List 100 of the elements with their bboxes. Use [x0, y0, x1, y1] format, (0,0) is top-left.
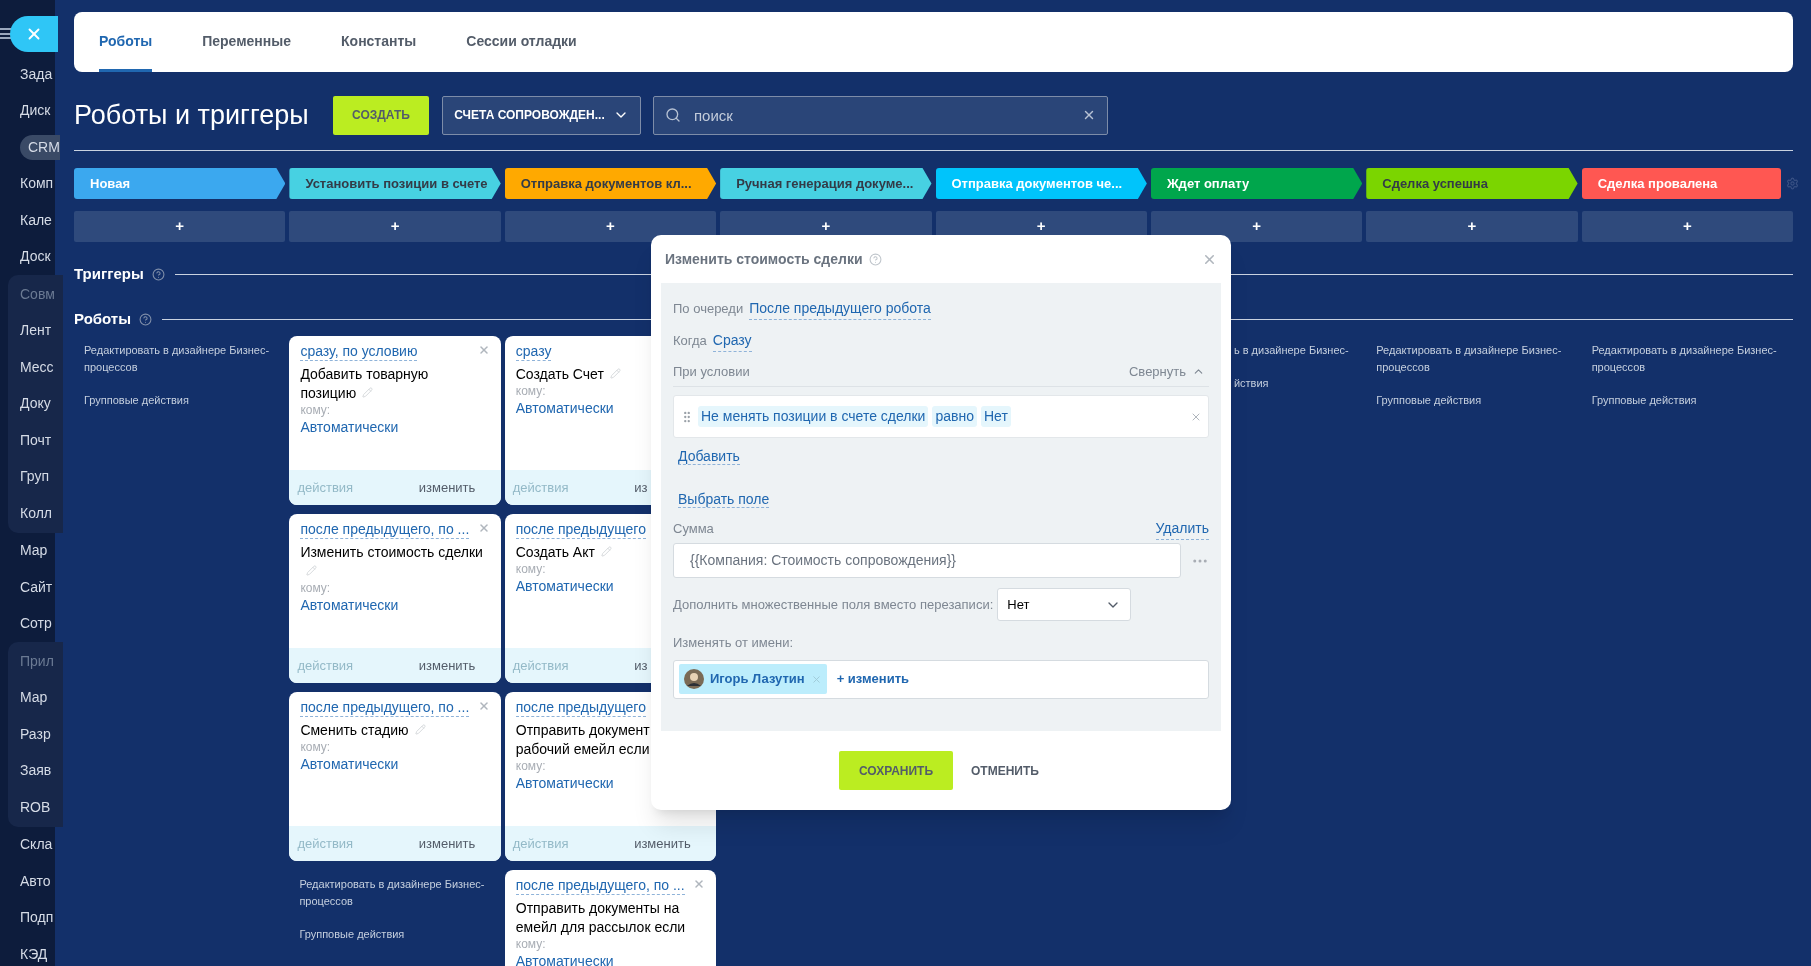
stage-tab[interactable]: Установить позиции в счете: [289, 168, 501, 199]
pipeline-dropdown[interactable]: СЧЕТА СОПРОВОЖДЕН...: [442, 95, 641, 135]
robot-card[interactable]: сразу, по условию Добавить товарную позицию кому: Автоматически действия изменить: [289, 336, 501, 505]
recipient-link[interactable]: Автоматически: [300, 755, 490, 774]
robot-action-link[interactable]: Групповые действия: [1591, 392, 1793, 409]
change-link[interactable]: изменить: [418, 655, 493, 676]
choose-field-link[interactable]: Выбрать поле: [678, 491, 770, 508]
delete-link[interactable]: Удалить: [1155, 518, 1209, 540]
sidebar-item[interactable]: Заяв: [20, 760, 52, 782]
pencil-icon[interactable]: [306, 565, 318, 576]
sidebar-item[interactable]: CRM: [20, 134, 60, 160]
robot-card[interactable]: после предыдущего, по ... Сменить стадию кому: Автоматически действия изменить: [289, 692, 501, 861]
tab[interactable]: Переменные: [202, 12, 292, 72]
trigger-link[interactable]: после предыдущего: [515, 520, 646, 539]
close-icon[interactable]: [477, 522, 490, 534]
trigger-link[interactable]: после предыдущего, по ...: [300, 698, 470, 717]
stage-tab[interactable]: Ручная генерация докуме...: [720, 168, 932, 199]
tab[interactable]: Константы: [341, 12, 417, 72]
change-link[interactable]: изменить: [418, 833, 493, 854]
robot-action-link[interactable]: Групповые действия: [299, 926, 501, 943]
stage-tab[interactable]: Отправка документов кл...: [504, 168, 717, 199]
sidebar-item[interactable]: Авто: [20, 870, 51, 892]
when-link[interactable]: Сразу: [712, 330, 752, 352]
sidebar-item[interactable]: Почт: [20, 429, 52, 451]
pencil-icon[interactable]: [414, 724, 426, 735]
sidebar-item[interactable]: Комп: [20, 173, 54, 195]
robot-action-link[interactable]: йствия: [1233, 375, 1363, 392]
tab[interactable]: Сессии отладки: [466, 12, 577, 72]
append-select[interactable]: Нет: [997, 588, 1132, 621]
help-icon[interactable]: [151, 267, 165, 281]
sidebar-item[interactable]: Лент: [20, 320, 52, 342]
save-button[interactable]: СОХРАНИТЬ: [839, 751, 954, 790]
add-robot-button[interactable]: +: [1366, 211, 1578, 242]
recipient-link[interactable]: Автоматически: [300, 596, 490, 615]
robot-action-link[interactable]: Редактировать в дизайнере Бизнес-процессов: [84, 342, 286, 376]
recipient-link[interactable]: Автоматически: [515, 952, 706, 966]
recipient-link[interactable]: Автоматически: [300, 418, 490, 437]
close-button[interactable]: [10, 16, 58, 52]
order-link[interactable]: После предыдущего робота: [749, 298, 931, 320]
sidebar-item[interactable]: Зада: [20, 63, 53, 85]
sidebar-item[interactable]: Месс: [20, 356, 54, 378]
sidebar-item[interactable]: Доку: [20, 393, 51, 415]
close-icon[interactable]: [477, 700, 490, 712]
sidebar-item[interactable]: КЭД: [20, 943, 48, 965]
robot-card[interactable]: после предыдущего, по ... Изменить стоимость сделки кому: Автоматически действия изменить: [289, 514, 501, 683]
trigger-link[interactable]: сразу, по условию: [300, 342, 418, 361]
create-button[interactable]: СОЗДАТЬ: [333, 95, 429, 135]
cancel-button[interactable]: ОТМЕНИТЬ: [967, 751, 1043, 790]
sidebar-item[interactable]: ROB: [20, 796, 51, 818]
add-robot-button[interactable]: +: [74, 211, 286, 242]
robot-action-link[interactable]: Редактировать в дизайнере Бизнес-процессов: [299, 876, 501, 910]
trigger-link[interactable]: после предыдущего, по ...: [515, 876, 685, 895]
stage-tab[interactable]: Сделка успешна: [1366, 168, 1578, 199]
close-icon[interactable]: [477, 344, 490, 356]
sidebar-item[interactable]: Разр: [20, 723, 51, 745]
sidebar-item[interactable]: Доск: [20, 246, 51, 268]
author-field[interactable]: Игорь Лазутин + изменить: [673, 659, 1209, 699]
close-icon[interactable]: [693, 878, 706, 890]
condition-operator[interactable]: равно: [932, 406, 977, 427]
add-robot-button[interactable]: +: [1150, 211, 1363, 242]
robot-action-link[interactable]: Редактировать в дизайнере Бизнес-процессов: [1376, 342, 1578, 376]
sidebar-item[interactable]: Сотр: [20, 613, 52, 635]
pencil-icon[interactable]: [362, 387, 374, 398]
add-robot-button[interactable]: +: [504, 211, 717, 242]
help-icon[interactable]: [868, 252, 882, 266]
sidebar-item[interactable]: Груп: [20, 466, 49, 488]
remove-icon[interactable]: [810, 673, 822, 685]
add-robot-button[interactable]: +: [1581, 211, 1793, 242]
sidebar-item[interactable]: Мар: [20, 540, 48, 562]
robot-action-link[interactable]: Групповые действия: [84, 392, 286, 409]
settings-icon[interactable]: [1786, 177, 1799, 190]
collapse-link[interactable]: Свернуть: [1129, 361, 1186, 382]
trigger-link[interactable]: после предыдущего, по ...: [300, 520, 470, 539]
sidebar-item[interactable]: Колл: [20, 502, 52, 524]
condition-field[interactable]: Не менять позиции в счете сделки: [698, 406, 929, 427]
trigger-link[interactable]: после предыдущего: [515, 698, 646, 717]
robot-action-link[interactable]: Редактировать в дизайнере Бизнес-процессов: [1591, 342, 1793, 376]
help-icon[interactable]: [139, 312, 152, 326]
trigger-link[interactable]: сразу: [515, 342, 552, 361]
pencil-icon[interactable]: [600, 546, 612, 557]
sidebar-item[interactable]: Кале: [20, 209, 52, 231]
robot-card[interactable]: после предыдущего, по ... Отправить документы на емейл для рассылок если кому: Автоматически: [504, 870, 717, 966]
condition-value[interactable]: Нет: [980, 406, 1011, 427]
sidebar-item[interactable]: Мар: [20, 687, 48, 709]
sidebar-item[interactable]: Сайт: [20, 576, 53, 598]
sidebar-item[interactable]: Скла: [20, 834, 53, 856]
pencil-icon[interactable]: [609, 368, 621, 379]
robot-action-link[interactable]: Групповые действия: [1376, 392, 1578, 409]
change-link[interactable]: изменить: [418, 477, 493, 498]
search-field[interactable]: поиск: [653, 95, 1108, 135]
sidebar-item[interactable]: Диск: [20, 100, 51, 122]
add-link[interactable]: Добавить: [678, 448, 740, 465]
sidebar-item[interactable]: Подп: [20, 907, 54, 929]
robot-action-link[interactable]: ь в дизайнере Бизнес-: [1233, 342, 1363, 359]
add-robot-button[interactable]: +: [289, 211, 501, 242]
condition-row[interactable]: Не менять позиции в счете сделки равно Нет: [673, 395, 1209, 438]
sum-field[interactable]: {{Компания: Стоимость сопровождения}}: [673, 543, 1181, 578]
change-link[interactable]: изменить: [634, 833, 709, 854]
tab[interactable]: Роботы: [99, 12, 153, 72]
change-author-link[interactable]: + изменить: [836, 669, 910, 689]
